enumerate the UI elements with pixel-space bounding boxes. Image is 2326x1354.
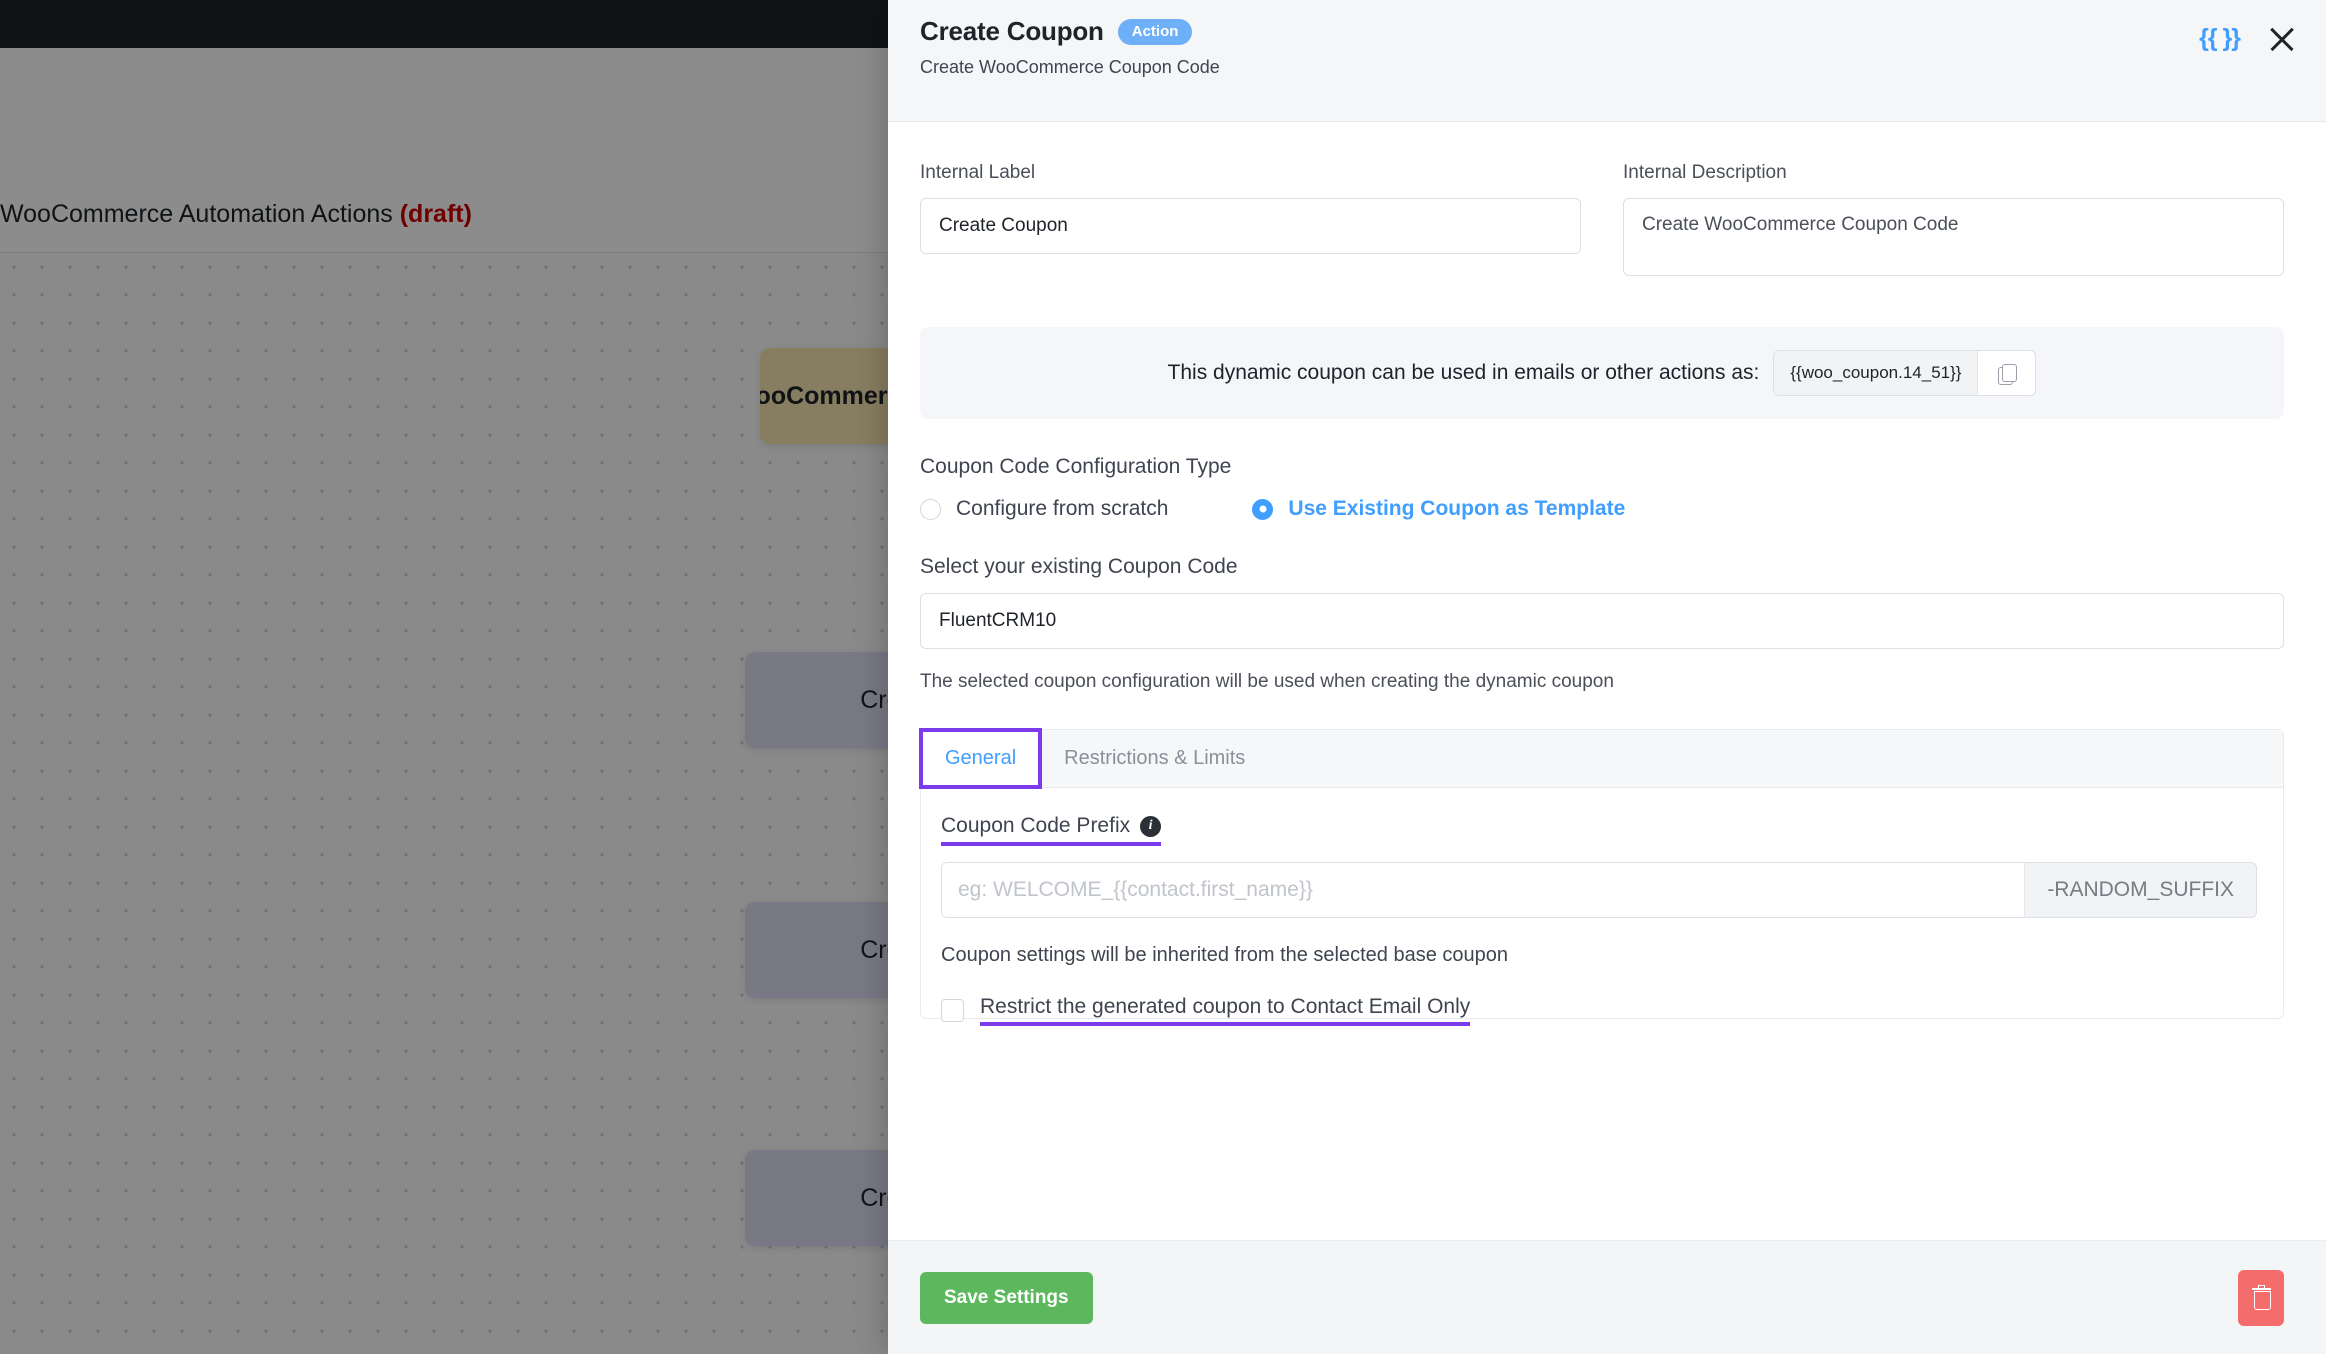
internal-description-textarea[interactable] — [1623, 198, 2284, 276]
info-icon[interactable]: i — [1140, 815, 1162, 837]
delete-action-button[interactable] — [2238, 1269, 2284, 1326]
internal-description-field-group: Internal Description — [1623, 162, 2284, 281]
config-type-label: Coupon Code Configuration Type — [920, 455, 1232, 478]
inherit-note: Coupon settings will be inherited from t… — [941, 944, 1509, 966]
radio-use-existing-coupon-control[interactable] — [1252, 498, 1274, 520]
existing-coupon-label: Select your existing Coupon Code — [920, 555, 1238, 578]
existing-coupon-selected-value: FluentCRM10 — [939, 610, 1057, 631]
dynamic-coupon-text: This dynamic coupon can be used in email… — [1167, 361, 1760, 384]
modal-title-row: Create Coupon Action — [920, 16, 2284, 47]
restrict-email-label: Restrict the generated coupon to Contact… — [980, 995, 1471, 1026]
tab-restrictions-limits[interactable]: Restrictions & Limits — [1040, 730, 1269, 787]
internal-label-label: Internal Label — [920, 162, 1036, 183]
copy-icon — [1998, 363, 2018, 385]
copy-token-button[interactable] — [1977, 351, 2036, 395]
smartcode-icon[interactable]: {{ }} — [2199, 25, 2241, 51]
existing-coupon-select[interactable]: FluentCRM10 — [920, 593, 2284, 649]
action-type-badge: Action — [1117, 18, 1193, 45]
restrict-email-row: Restrict the generated coupon to Contact… — [941, 995, 2257, 1026]
radio-use-existing-coupon[interactable]: Use Existing Coupon as Template — [1252, 497, 1625, 521]
radio-configure-from-scratch-control[interactable] — [920, 498, 941, 520]
tabs-strip: General Restrictions & Limits — [918, 728, 2283, 789]
close-icon[interactable] — [2266, 22, 2298, 54]
existing-coupon-help-text: The selected coupon configuration will b… — [920, 671, 1614, 692]
create-coupon-modal: Create Coupon Action Create WooCommerce … — [888, 0, 2326, 1354]
internal-description-label: Internal Description — [1623, 162, 1787, 183]
save-settings-button[interactable]: Save Settings — [920, 1271, 1093, 1324]
modal-title: Create Coupon — [920, 16, 1104, 46]
dynamic-coupon-info-bar: This dynamic coupon can be used in email… — [920, 327, 2284, 419]
tab-panel-general: Coupon Code Prefix i -RANDOM_SUFFIX Coup… — [921, 788, 2283, 1026]
modal-subtitle: Create WooCommerce Coupon Code — [920, 57, 1220, 77]
config-type-radio-group: Configure from scratch Use Existing Coup… — [920, 497, 2284, 521]
trash-icon — [2251, 1285, 2271, 1310]
tab-general[interactable]: General — [918, 728, 1043, 789]
coupon-code-prefix-label: Coupon Code Prefix i — [941, 814, 1162, 846]
random-suffix-addon: -RANDOM_SUFFIX — [2024, 863, 2256, 917]
dynamic-coupon-token: {{woo_coupon.14_51}} — [1774, 351, 1978, 395]
modal-header: Create Coupon Action Create WooCommerce … — [888, 0, 2326, 122]
coupon-settings-tabs-card: General Restrictions & Limits Coupon Cod… — [918, 728, 2284, 1026]
modal-body: Internal Label Internal Description This… — [888, 122, 2326, 1240]
internal-label-input[interactable] — [920, 198, 1581, 254]
modal-header-actions: {{ }} — [2199, 22, 2298, 54]
coupon-code-prefix-input[interactable] — [942, 863, 2025, 917]
coupon-code-prefix-group: -RANDOM_SUFFIX — [941, 862, 2257, 918]
trash-lid — [2257, 1285, 2265, 1288]
internal-label-field-group: Internal Label — [920, 162, 1581, 281]
restrict-email-checkbox[interactable] — [941, 999, 964, 1022]
label-description-row: Internal Label Internal Description — [920, 162, 2284, 281]
radio-configure-from-scratch-label: Configure from scratch — [956, 497, 1169, 520]
modal-footer: Save Settings — [888, 1240, 2326, 1354]
radio-use-existing-coupon-label: Use Existing Coupon as Template — [1288, 497, 1626, 520]
coupon-code-prefix-label-text: Coupon Code Prefix — [941, 814, 1131, 837]
dynamic-coupon-token-group: {{woo_coupon.14_51}} — [1773, 350, 2037, 396]
radio-configure-from-scratch[interactable]: Configure from scratch — [920, 497, 1168, 521]
